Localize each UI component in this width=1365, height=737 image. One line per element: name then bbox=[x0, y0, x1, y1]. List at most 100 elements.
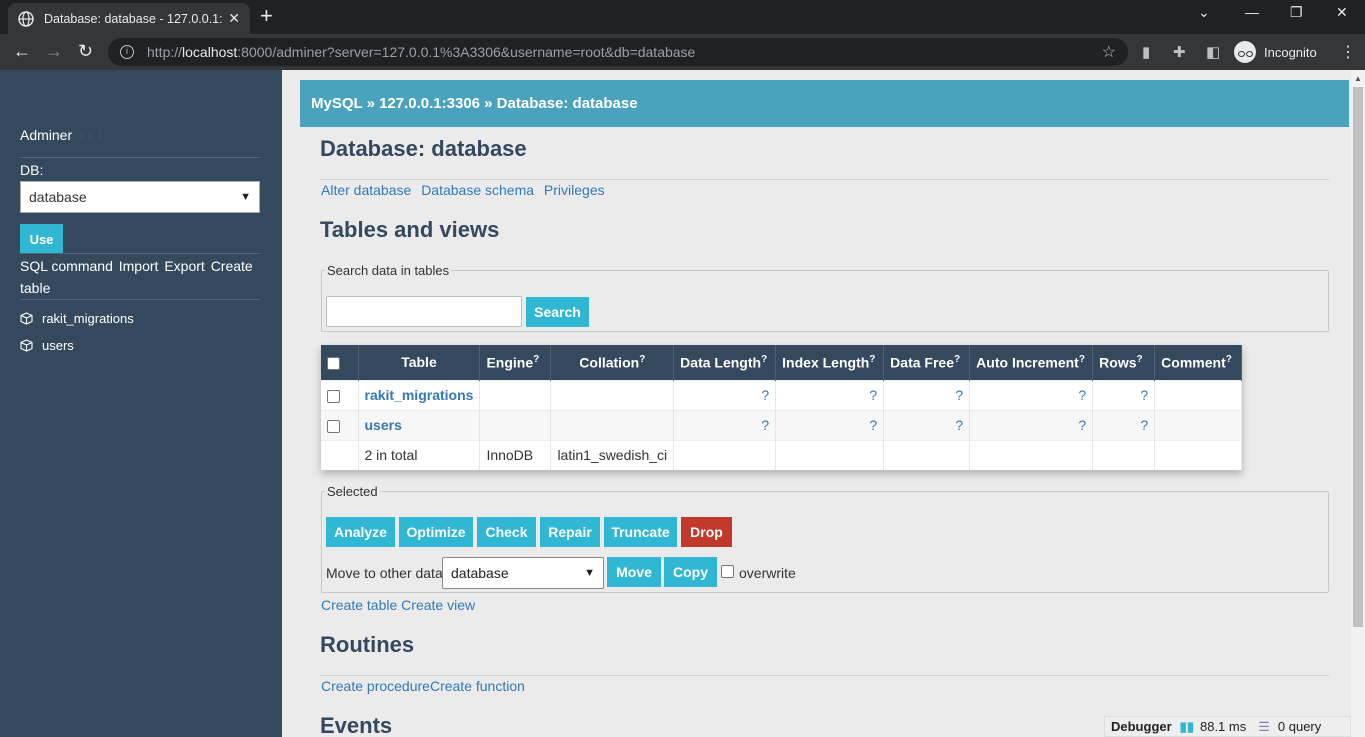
help-icon[interactable]: ? bbox=[869, 354, 875, 365]
rows-link[interactable]: ? bbox=[1092, 409, 1156, 440]
table-link[interactable]: rakit_migrations bbox=[42, 311, 134, 326]
create-view-link[interactable]: Create view bbox=[401, 597, 475, 613]
copy-button[interactable]: Copy bbox=[664, 557, 717, 587]
forward-icon[interactable]: → bbox=[45, 42, 63, 60]
overwrite-checkbox[interactable] bbox=[721, 565, 734, 578]
col-table[interactable]: Table bbox=[358, 345, 481, 380]
help-icon[interactable]: ? bbox=[533, 354, 539, 365]
browser-toolbar: ← → ↻ i http://localhost:8000/adminer?se… bbox=[0, 34, 1365, 70]
move-db-select[interactable]: database ▼ bbox=[442, 557, 604, 589]
incognito-indicator[interactable]: Incognito bbox=[1234, 41, 1317, 63]
chevron-down-icon: ▼ bbox=[584, 567, 595, 579]
col-rows[interactable]: Rows? bbox=[1092, 345, 1156, 380]
create-procedure-link[interactable]: Create procedure bbox=[321, 678, 430, 694]
help-icon[interactable]: ? bbox=[1226, 354, 1232, 365]
repair-button[interactable]: Repair bbox=[540, 517, 600, 547]
side-panel-icon[interactable]: ◧ bbox=[1206, 43, 1220, 61]
analyze-button[interactable]: Analyze bbox=[326, 517, 395, 547]
debug-bar[interactable]: Debugger ▮▮ 88.1 ms ☰ 0 query bbox=[1104, 716, 1351, 737]
use-button[interactable]: Use bbox=[20, 224, 63, 254]
table-icon[interactable] bbox=[20, 339, 33, 352]
index-length-link[interactable]: ? bbox=[775, 409, 885, 440]
scrollbar[interactable]: ▲ bbox=[1351, 70, 1365, 737]
tab-search-icon[interactable]: ⌄ bbox=[1198, 4, 1210, 21]
window-close-icon[interactable]: ✕ bbox=[1336, 4, 1348, 21]
minimize-icon[interactable]: — bbox=[1245, 4, 1259, 20]
drop-button[interactable]: Drop bbox=[681, 517, 732, 547]
site-info-icon[interactable]: i bbox=[120, 45, 134, 59]
puzzle-icon[interactable]: ✚ bbox=[1173, 43, 1186, 61]
help-icon[interactable]: ? bbox=[639, 354, 645, 365]
db-links: Alter database Database schema Privilege… bbox=[321, 182, 611, 198]
search-button[interactable]: Search bbox=[526, 297, 589, 327]
adminer-link[interactable]: Adminer bbox=[20, 127, 72, 143]
breadcrumb[interactable]: MySQL » 127.0.0.1:3306 » Database: datab… bbox=[300, 80, 1349, 127]
col-index-length[interactable]: Index Length? bbox=[775, 345, 885, 380]
alter-database-link[interactable]: Alter database bbox=[321, 182, 411, 198]
browser-tab[interactable]: Database: database - 127.0.0.1:33 ✕ bbox=[8, 3, 250, 34]
privileges-link[interactable]: Privileges bbox=[544, 182, 605, 198]
rows-link[interactable]: ? bbox=[1092, 379, 1156, 410]
col-data-free[interactable]: Data Free? bbox=[883, 345, 971, 380]
debug-queries[interactable]: 0 query bbox=[1278, 719, 1321, 734]
reload-icon[interactable]: ↻ bbox=[78, 42, 93, 60]
db-select[interactable]: database ▼ bbox=[20, 181, 260, 213]
divider bbox=[20, 157, 260, 158]
col-comment[interactable]: Comment? bbox=[1154, 345, 1243, 380]
auto-increment-link[interactable]: ? bbox=[969, 409, 1094, 440]
truncate-button[interactable]: Truncate bbox=[604, 517, 677, 547]
optimize-button[interactable]: Optimize bbox=[399, 517, 473, 547]
back-icon[interactable]: ← bbox=[13, 42, 31, 60]
overwrite-label: overwrite bbox=[739, 565, 796, 581]
scroll-up-icon[interactable]: ▲ bbox=[1354, 74, 1362, 83]
table-name-link[interactable]: users bbox=[358, 409, 481, 440]
export-link[interactable]: Export bbox=[164, 258, 204, 274]
move-button[interactable]: Move bbox=[607, 557, 661, 587]
new-tab-icon[interactable]: + bbox=[260, 5, 273, 27]
sql-command-link[interactable]: SQL command bbox=[20, 258, 113, 274]
footer-empty bbox=[673, 439, 777, 470]
table-icon[interactable] bbox=[20, 312, 33, 325]
check-button[interactable]: Check bbox=[477, 517, 536, 547]
database-icon: ☰ bbox=[1258, 718, 1270, 734]
col-engine[interactable]: Engine? bbox=[479, 345, 552, 380]
debug-time[interactable]: 88.1 ms bbox=[1200, 719, 1246, 734]
help-icon[interactable]: ? bbox=[761, 354, 767, 365]
help-icon[interactable]: ? bbox=[1137, 354, 1143, 365]
help-icon[interactable]: ? bbox=[1079, 354, 1085, 365]
tab-close-icon[interactable]: ✕ bbox=[228, 10, 240, 27]
list-item[interactable]: users bbox=[20, 332, 134, 359]
data-free-link[interactable]: ? bbox=[883, 409, 971, 440]
table-name-link[interactable]: rakit_migrations bbox=[358, 379, 481, 410]
create-table-link[interactable]: Create table bbox=[321, 597, 397, 613]
data-length-link[interactable]: ? bbox=[673, 379, 777, 410]
row-checkbox[interactable] bbox=[327, 419, 340, 433]
auto-increment-link[interactable]: ? bbox=[969, 379, 1094, 410]
index-length-link[interactable]: ? bbox=[775, 379, 885, 410]
bookmark-star-icon[interactable]: ☆ bbox=[1102, 42, 1116, 62]
help-icon[interactable]: ? bbox=[954, 354, 960, 365]
col-data-length[interactable]: Data Length? bbox=[673, 345, 777, 380]
import-link[interactable]: Import bbox=[119, 258, 159, 274]
app-title: Adminer 4.8.1 bbox=[20, 127, 103, 143]
create-function-link[interactable]: Create function bbox=[430, 678, 525, 694]
list-item[interactable]: rakit_migrations bbox=[20, 305, 134, 332]
main-content: MySQL » 127.0.0.1:3306 » Database: datab… bbox=[282, 70, 1351, 737]
scrollbar-thumb[interactable] bbox=[1353, 87, 1363, 627]
address-bar[interactable]: i http://localhost:8000/adminer?server=1… bbox=[108, 38, 1128, 66]
database-schema-link[interactable]: Database schema bbox=[421, 182, 534, 198]
search-input[interactable] bbox=[326, 296, 522, 327]
comment-cell bbox=[1154, 379, 1243, 410]
select-all-checkbox[interactable] bbox=[327, 357, 340, 371]
col-collation[interactable]: Collation? bbox=[550, 345, 675, 380]
extension-icon[interactable]: ▮ bbox=[1142, 43, 1150, 61]
row-checkbox[interactable] bbox=[327, 389, 340, 403]
debugger-label[interactable]: Debugger bbox=[1111, 719, 1172, 734]
data-free-link[interactable]: ? bbox=[883, 379, 971, 410]
comment-cell bbox=[1154, 409, 1243, 440]
menu-icon[interactable]: ⋮ bbox=[1340, 42, 1356, 62]
table-link[interactable]: users bbox=[42, 338, 74, 353]
restore-icon[interactable]: ❐ bbox=[1290, 4, 1303, 21]
col-auto-increment[interactable]: Auto Increment? bbox=[969, 345, 1094, 380]
data-length-link[interactable]: ? bbox=[673, 409, 777, 440]
